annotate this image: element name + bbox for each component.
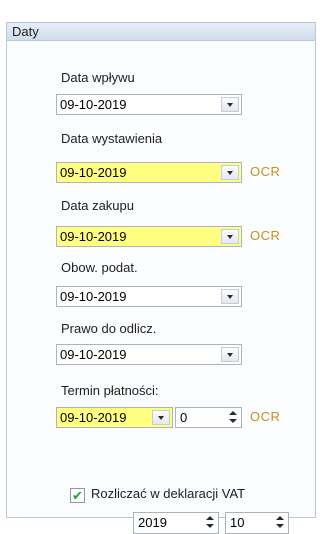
- date-combo-data-zakupu[interactable]: 09-10-2019: [56, 226, 242, 247]
- section-header: Daty: [6, 22, 316, 41]
- vat-checkbox[interactable]: ✔: [70, 488, 85, 503]
- label-data-wystawienia: Data wystawienia: [61, 131, 163, 146]
- year-value: 2019: [138, 515, 167, 530]
- label-obow-podat: Obow. podat.: [61, 260, 138, 275]
- date-value: 09-10-2019: [60, 347, 127, 362]
- date-value: 09-10-2019: [60, 229, 127, 244]
- spin-arrows-icon[interactable]: [275, 515, 285, 530]
- date-value: 09-10-2019: [60, 289, 127, 304]
- checkmark-icon: ✔: [72, 488, 83, 503]
- dropdown-arrow-icon[interactable]: [221, 289, 239, 304]
- date-value: 09-10-2019: [60, 410, 127, 425]
- days-value: 0: [180, 410, 188, 425]
- dropdown-arrow-icon[interactable]: [221, 97, 239, 112]
- date-value: 09-10-2019: [60, 97, 127, 112]
- dropdown-arrow-icon[interactable]: [221, 165, 239, 180]
- dropdown-arrow-icon[interactable]: [221, 229, 239, 244]
- days-spinner[interactable]: 0: [175, 407, 242, 428]
- ocr-indicator: OCR: [250, 409, 281, 424]
- label-termin-platnosci: Termin płatności:: [61, 383, 159, 398]
- label-prawo-do-odlicz: Prawo do odlicz.: [61, 321, 157, 336]
- vat-checkbox-label: Rozliczać w deklaracji VAT: [91, 486, 246, 501]
- date-combo-data-wplywu[interactable]: 09-10-2019: [56, 94, 242, 115]
- label-data-zakupu: Data zakupu: [61, 198, 134, 213]
- ocr-indicator: OCR: [250, 228, 281, 243]
- month-value: 10: [230, 515, 245, 530]
- date-combo-obow-podat[interactable]: 09-10-2019: [56, 286, 242, 307]
- spin-arrows-icon[interactable]: [228, 410, 238, 425]
- dropdown-arrow-icon[interactable]: [152, 410, 170, 425]
- date-combo-termin-platnosci[interactable]: 09-10-2019: [56, 407, 173, 428]
- label-data-wplywu: Data wpływu: [61, 70, 135, 85]
- date-value: 09-10-2019: [60, 165, 127, 180]
- section-title: Daty: [12, 24, 39, 39]
- date-combo-data-wystawienia[interactable]: 09-10-2019: [56, 162, 242, 183]
- year-spinner[interactable]: 2019: [133, 512, 219, 534]
- date-combo-prawo-do-odlicz[interactable]: 09-10-2019: [56, 344, 242, 365]
- spin-arrows-icon[interactable]: [205, 515, 215, 530]
- month-spinner[interactable]: 10: [225, 512, 289, 534]
- ocr-indicator: OCR: [250, 164, 281, 179]
- dropdown-arrow-icon[interactable]: [221, 347, 239, 362]
